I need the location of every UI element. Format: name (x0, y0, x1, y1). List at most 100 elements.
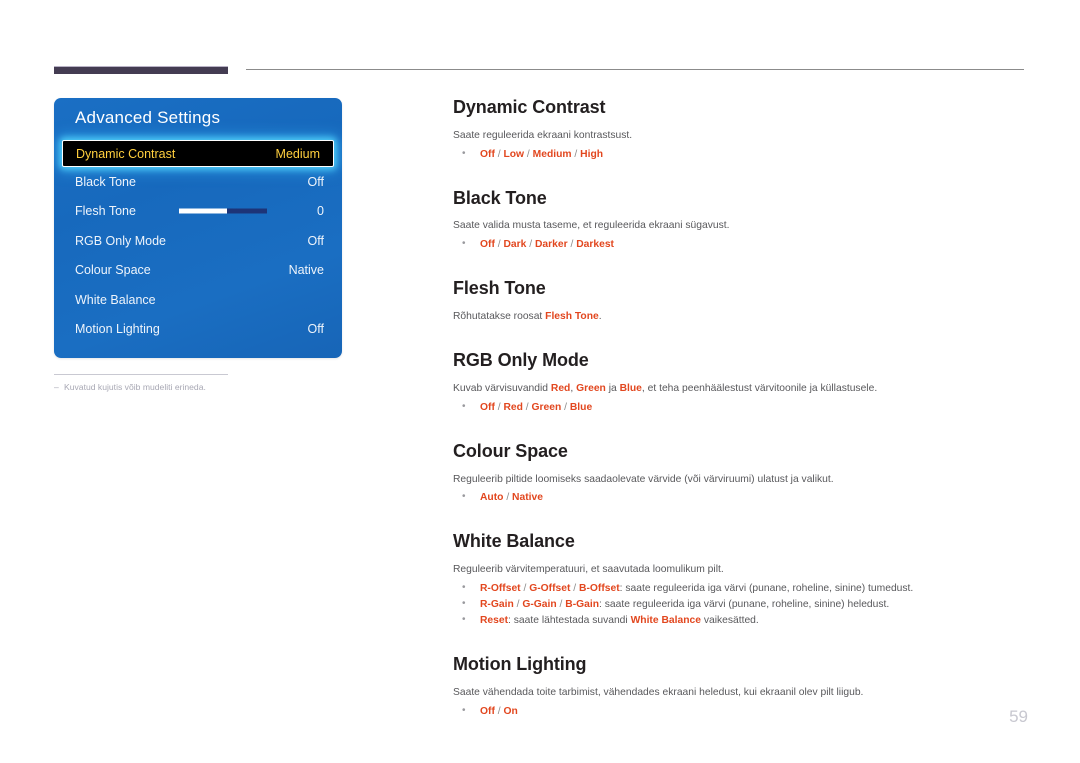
osd-row-value: Medium (275, 146, 320, 161)
osd-menu-list: Dynamic Contrast Medium Black Tone Off Flesh… (54, 140, 342, 344)
accent-term: Flesh Tone (545, 311, 599, 323)
section-heading: Colour Space (453, 440, 568, 461)
option-value: Darker (534, 239, 568, 251)
section-description: Saate valida musta taseme, et reguleerid… (453, 220, 730, 232)
option-value: Off (480, 401, 495, 413)
option-value: Dark (503, 239, 527, 251)
section-description: Saate reguleerida ekraani kontrastsust. (453, 129, 633, 141)
option-list: Off / Low / Medium / High (453, 146, 1028, 163)
option-value: Off (480, 148, 495, 160)
section-heading: Motion Lighting (453, 653, 587, 674)
osd-row-label: Colour Space (75, 263, 151, 278)
osd-row-value: Native (288, 263, 324, 278)
section-white-balance: White Balance Reguleerib värvitemperatuur… (453, 532, 1028, 629)
option-separator: / (556, 599, 566, 611)
osd-row-label: Black Tone (75, 174, 136, 189)
osd-row-value: Off (307, 322, 324, 337)
option-value: R-Offset (480, 583, 521, 595)
option-separator: / (571, 148, 581, 160)
option-list-item: Off / Red / Green / Blue (453, 399, 1028, 416)
option-list: R-Offset / G-Offset / B-Offset: saate re… (453, 580, 1028, 629)
option-list-item: Off / Low / Medium / High (453, 146, 1028, 163)
option-list-item: Off / Dark / Darker / Darkest (453, 236, 1028, 253)
option-separator: / (526, 239, 535, 251)
content-column: Dynamic Contrast Saate reguleerida ekraan… (453, 97, 1028, 720)
option-separator: / (520, 583, 530, 595)
option-value: Red (503, 401, 523, 413)
osd-slider-fill (179, 208, 228, 214)
option-value: Green (531, 401, 562, 413)
section-heading: Flesh Tone (453, 278, 546, 299)
option-list: Auto / Native (453, 489, 1028, 506)
option-list-item: R-Gain / G-Gain / B-Gain: saate reguleer… (453, 596, 1028, 613)
desc-text: ja (605, 382, 620, 394)
option-list-item: R-Offset / G-Offset / B-Offset: saate re… (453, 580, 1028, 597)
desc-text: , et teha peenhäälestust värvitoonile ja… (641, 382, 878, 394)
footnote-marker: ‒ (54, 382, 59, 392)
option-separator: / (561, 401, 570, 413)
option-value: G-Offset (529, 583, 571, 595)
option-tail: : saate reguleerida iga värvi (punane, r… (619, 583, 914, 595)
osd-row-flesh-tone[interactable]: Flesh Tone 0 (54, 197, 342, 227)
option-value: G-Gain (522, 599, 557, 611)
option-list: Off / Dark / Darker / Darkest (453, 236, 1028, 253)
osd-row-label: Dynamic Contrast (76, 146, 176, 161)
section-rgb-only-mode: RGB Only Mode Kuvab värvisuvandid Red, Gr… (453, 350, 1028, 416)
header-rule-thick (54, 66, 228, 74)
osd-row-rgb-only-mode[interactable]: RGB Only Mode Off (54, 226, 342, 256)
footnote-rule (54, 374, 228, 375)
section-description: Kuvab värvisuvandid Red, Green ja Blue, … (453, 382, 1028, 397)
header-rule (0, 60, 1080, 80)
section-black-tone: Black Tone Saate valida musta taseme, et … (453, 187, 1028, 254)
option-value: Low (503, 148, 525, 160)
osd-row-colour-space[interactable]: Colour Space Native (54, 256, 342, 286)
option-tail: : saate reguleerida iga värvi (punane, r… (599, 599, 890, 611)
section-description: Reguleerib värvitemperatuuri, et saavuta… (453, 564, 724, 576)
option-value: Darkest (576, 239, 614, 251)
desc-text: Kuvab värvisuvandid (453, 382, 551, 394)
osd-row-value: 0 (317, 204, 324, 219)
section-flesh-tone: Flesh Tone Rõhutatakse roosat Flesh Tone. (453, 279, 1028, 325)
section-dynamic-contrast: Dynamic Contrast Saate reguleerida ekraan… (453, 97, 1028, 163)
osd-row-white-balance[interactable]: White Balance (54, 285, 342, 315)
option-separator: / (503, 492, 513, 504)
section-heading: White Balance (453, 531, 575, 552)
desc-text: . (598, 311, 602, 323)
option-value: B-Offset (579, 583, 620, 595)
osd-panel-title: Advanced Settings (75, 108, 221, 127)
page-number: 59 (1009, 707, 1028, 726)
osd-row-black-tone[interactable]: Black Tone Off (54, 167, 342, 197)
option-value: Blue (569, 401, 593, 413)
osd-row-label: White Balance (75, 292, 156, 307)
option-separator: / (522, 401, 532, 413)
osd-row-label: RGB Only Mode (75, 233, 167, 248)
osd-row-motion-lighting[interactable]: Motion Lighting Off (54, 315, 342, 345)
accent-term: Blue (619, 382, 642, 394)
osd-row-dynamic-contrast[interactable]: Dynamic Contrast Medium (62, 140, 334, 167)
option-separator: / (570, 583, 580, 595)
osd-slider-track (227, 208, 267, 214)
accent-term: White Balance (630, 615, 701, 627)
option-separator: / (524, 148, 533, 160)
option-value: R-Gain (480, 599, 514, 611)
section-heading: RGB Only Mode (453, 350, 589, 371)
footnote-text: Kuvatud kujutis võib mudeliti erineda. (64, 382, 206, 392)
footnote: ‒ Kuvatud kujutis võib mudeliti erineda. (54, 382, 384, 392)
section-heading: Dynamic Contrast (453, 97, 606, 117)
osd-row-label: Motion Lighting (75, 322, 160, 337)
section-heading: Black Tone (453, 187, 547, 208)
option-list-item: Reset: saate lähtestada suvandi White Ba… (453, 612, 1028, 629)
osd-slider[interactable] (179, 208, 267, 214)
option-value: Off (480, 239, 495, 251)
